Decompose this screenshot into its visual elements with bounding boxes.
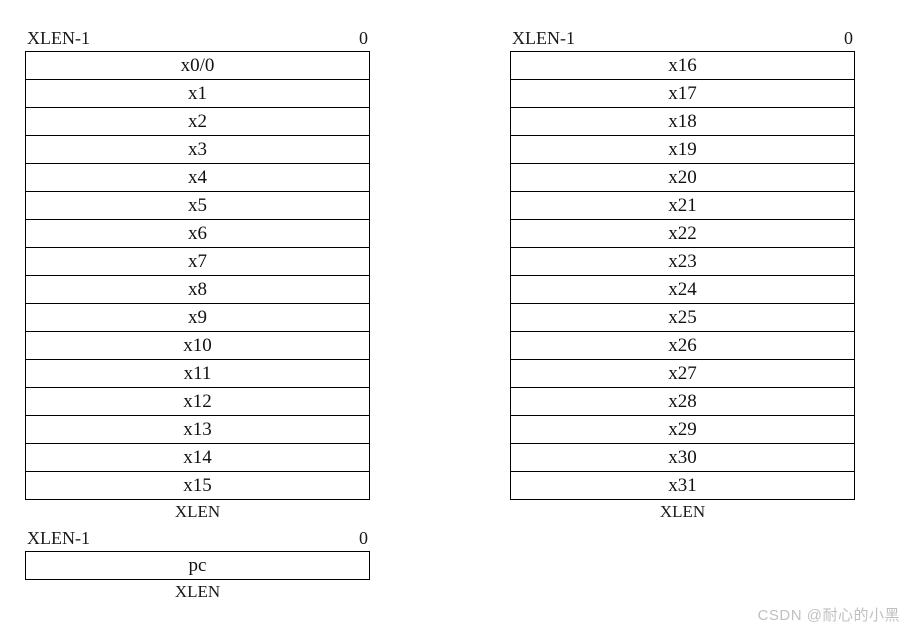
- register-cell: x8: [26, 276, 370, 304]
- register-block-right: XLEN-1 0 x16 x17 x18 x19 x20 x21 x22 x23…: [510, 28, 855, 522]
- pc-cell: pc: [26, 552, 370, 580]
- table-row: x7: [26, 248, 370, 276]
- register-block-left: XLEN-1 0 x0/0 x1 x2 x3 x4 x5 x6 x7 x8 x9…: [25, 28, 370, 522]
- table-row: x3: [26, 136, 370, 164]
- table-row: x30: [511, 444, 855, 472]
- table-row: x8: [26, 276, 370, 304]
- register-cell: x10: [26, 332, 370, 360]
- width-label-pc: XLEN: [25, 582, 370, 602]
- table-row: x11: [26, 360, 370, 388]
- lsb-label: 0: [359, 28, 368, 49]
- watermark: CSDN @耐心的小黑: [758, 604, 900, 625]
- table-row: x0/0: [26, 52, 370, 80]
- lsb-label: 0: [359, 528, 368, 549]
- register-cell: x12: [26, 388, 370, 416]
- bit-range-header-right: XLEN-1 0: [510, 28, 855, 51]
- table-row: x24: [511, 276, 855, 304]
- msb-label: XLEN-1: [512, 28, 575, 49]
- register-cell: x7: [26, 248, 370, 276]
- register-cell: x28: [511, 388, 855, 416]
- register-cell: x6: [26, 220, 370, 248]
- register-cell: x4: [26, 164, 370, 192]
- table-row: x15: [26, 472, 370, 500]
- register-cell: x14: [26, 444, 370, 472]
- register-cell: x19: [511, 136, 855, 164]
- register-cell: x2: [26, 108, 370, 136]
- register-cell: x31: [511, 472, 855, 500]
- msb-label: XLEN-1: [27, 528, 90, 549]
- table-row: x27: [511, 360, 855, 388]
- table-row: x2: [26, 108, 370, 136]
- register-cell: x0/0: [26, 52, 370, 80]
- register-cell: x17: [511, 80, 855, 108]
- left-column: XLEN-1 0 x0/0 x1 x2 x3 x4 x5 x6 x7 x8 x9…: [25, 28, 370, 602]
- pc-block: XLEN-1 0 pc XLEN: [25, 528, 370, 602]
- bit-range-header-pc: XLEN-1 0: [25, 528, 370, 551]
- table-row: x6: [26, 220, 370, 248]
- register-cell: x23: [511, 248, 855, 276]
- table-row: x22: [511, 220, 855, 248]
- register-cell: x21: [511, 192, 855, 220]
- register-cell: x1: [26, 80, 370, 108]
- register-cell: x27: [511, 360, 855, 388]
- table-row: x1: [26, 80, 370, 108]
- table-row: x26: [511, 332, 855, 360]
- register-table-left: x0/0 x1 x2 x3 x4 x5 x6 x7 x8 x9 x10 x11 …: [25, 51, 370, 500]
- table-row: pc: [26, 552, 370, 580]
- register-cell: x11: [26, 360, 370, 388]
- register-table-right: x16 x17 x18 x19 x20 x21 x22 x23 x24 x25 …: [510, 51, 855, 500]
- register-cell: x20: [511, 164, 855, 192]
- table-row: x9: [26, 304, 370, 332]
- register-cell: x13: [26, 416, 370, 444]
- table-row: x29: [511, 416, 855, 444]
- register-cell: x30: [511, 444, 855, 472]
- table-row: x13: [26, 416, 370, 444]
- table-row: x19: [511, 136, 855, 164]
- register-cell: x16: [511, 52, 855, 80]
- register-cell: x3: [26, 136, 370, 164]
- register-cell: x18: [511, 108, 855, 136]
- table-row: x5: [26, 192, 370, 220]
- table-row: x21: [511, 192, 855, 220]
- width-label-right: XLEN: [510, 502, 855, 522]
- register-cell: x26: [511, 332, 855, 360]
- register-cell: x9: [26, 304, 370, 332]
- table-row: x31: [511, 472, 855, 500]
- table-row: x12: [26, 388, 370, 416]
- table-row: x23: [511, 248, 855, 276]
- register-cell: x25: [511, 304, 855, 332]
- register-cell: x29: [511, 416, 855, 444]
- table-row: x14: [26, 444, 370, 472]
- table-row: x25: [511, 304, 855, 332]
- table-row: x16: [511, 52, 855, 80]
- register-cell: x5: [26, 192, 370, 220]
- table-row: x4: [26, 164, 370, 192]
- table-row: x18: [511, 108, 855, 136]
- pc-table: pc: [25, 551, 370, 580]
- register-cell: x15: [26, 472, 370, 500]
- register-cell: x24: [511, 276, 855, 304]
- table-row: x20: [511, 164, 855, 192]
- right-column: XLEN-1 0 x16 x17 x18 x19 x20 x21 x22 x23…: [510, 28, 855, 602]
- bit-range-header-left: XLEN-1 0: [25, 28, 370, 51]
- table-row: x10: [26, 332, 370, 360]
- table-row: x28: [511, 388, 855, 416]
- lsb-label: 0: [844, 28, 853, 49]
- width-label-left: XLEN: [25, 502, 370, 522]
- table-row: x17: [511, 80, 855, 108]
- msb-label: XLEN-1: [27, 28, 90, 49]
- register-cell: x22: [511, 220, 855, 248]
